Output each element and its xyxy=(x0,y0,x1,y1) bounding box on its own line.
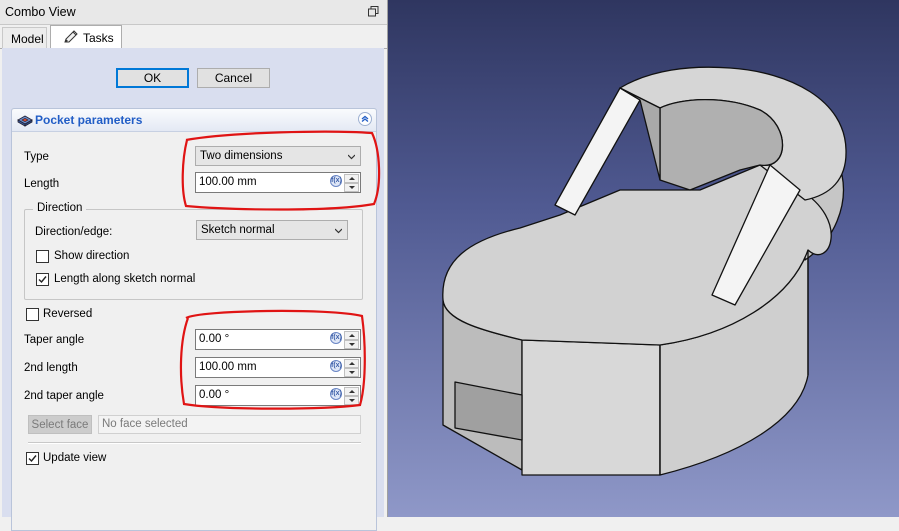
length-along-normal-checkbox[interactable] xyxy=(36,273,49,286)
chevron-down-icon xyxy=(348,154,355,160)
second-length-spin-down[interactable] xyxy=(344,368,359,377)
direction-group: Direction Direction/edge: Sketch normal … xyxy=(24,202,363,300)
second-length-field[interactable]: 100.00 mm f(x) xyxy=(195,357,361,378)
length-along-normal-label: Length along sketch normal xyxy=(54,273,196,285)
taper-angle-field[interactable]: 0.00 ° f(x) xyxy=(195,329,361,350)
second-taper-spin-up[interactable] xyxy=(344,387,359,396)
pocket-parameters-header[interactable]: Pocket parameters xyxy=(12,109,376,132)
show-direction-label: Show direction xyxy=(54,250,130,262)
type-dropdown-value: Two dimensions xyxy=(200,150,283,162)
3d-viewport[interactable] xyxy=(388,0,899,517)
taper-angle-value: 0.00 ° xyxy=(199,333,230,345)
length-spin-down[interactable] xyxy=(344,183,359,192)
pocket-icon xyxy=(17,115,33,127)
chevron-down-icon xyxy=(335,228,342,234)
taper-angle-spin-down[interactable] xyxy=(344,340,359,349)
combo-view-title: Combo View xyxy=(5,5,76,19)
divider xyxy=(28,442,361,444)
combo-tabs: Model Tasks xyxy=(0,25,387,49)
update-view-checkbox[interactable] xyxy=(26,452,39,465)
length-value: 100.00 mm xyxy=(199,176,257,188)
length-spin-up[interactable] xyxy=(344,174,359,183)
face-field[interactable]: No face selected xyxy=(98,415,361,434)
taper-angle-label: Taper angle xyxy=(24,334,85,346)
cancel-button[interactable]: Cancel xyxy=(197,68,270,88)
second-taper-value: 0.00 ° xyxy=(199,389,230,401)
float-window-icon[interactable] xyxy=(368,6,379,17)
type-dropdown[interactable]: Two dimensions xyxy=(195,146,361,166)
second-length-value: 100.00 mm xyxy=(199,361,257,373)
formula-icon[interactable]: f(x) xyxy=(330,175,342,187)
checkmark-icon xyxy=(38,276,47,284)
tab-tasks[interactable]: Tasks xyxy=(50,25,122,49)
pocket-parameters-box: Pocket parameters Type Two dimensions Le… xyxy=(11,108,377,531)
collapse-chevron-icon[interactable] xyxy=(358,112,372,126)
face-field-value: No face selected xyxy=(102,418,188,430)
second-length-spin-up[interactable] xyxy=(344,359,359,368)
combo-view-titlebar: Combo View xyxy=(0,0,387,25)
checkmark-icon xyxy=(28,455,37,463)
reversed-checkbox[interactable] xyxy=(26,308,39,321)
formula-icon[interactable]: f(x) xyxy=(330,388,342,400)
tab-model[interactable]: Model xyxy=(2,27,47,48)
second-taper-label: 2nd taper angle xyxy=(24,390,104,402)
direction-edge-value: Sketch normal xyxy=(201,224,275,236)
ok-button[interactable]: OK xyxy=(116,68,189,88)
length-field[interactable]: 100.00 mm f(x) xyxy=(195,172,361,193)
second-taper-field[interactable]: 0.00 ° f(x) xyxy=(195,385,361,406)
pocketed-part-model[interactable] xyxy=(388,0,899,517)
length-label: Length xyxy=(24,178,60,190)
formula-icon[interactable]: f(x) xyxy=(330,332,342,344)
select-face-button[interactable]: Select face xyxy=(28,415,92,434)
direction-edge-label: Direction/edge: xyxy=(35,226,113,238)
direction-group-title: Direction xyxy=(33,202,87,214)
task-panel: OK Cancel Pocket parameters Type Two dim… xyxy=(2,48,384,531)
pencil-icon xyxy=(64,30,78,43)
taper-angle-spin-up[interactable] xyxy=(344,331,359,340)
second-taper-spin-down[interactable] xyxy=(344,396,359,405)
formula-icon[interactable]: f(x) xyxy=(330,360,342,372)
tab-model-label: Model xyxy=(11,32,44,46)
combo-view-panel: Combo View Model Tasks OK Cancel Pocket … xyxy=(0,0,388,531)
reversed-label: Reversed xyxy=(43,308,93,320)
tab-tasks-label: Tasks xyxy=(83,31,114,45)
show-direction-checkbox[interactable] xyxy=(36,250,49,263)
type-label: Type xyxy=(24,151,49,163)
second-length-label: 2nd length xyxy=(24,362,78,374)
update-view-label: Update view xyxy=(43,452,107,464)
direction-edge-dropdown[interactable]: Sketch normal xyxy=(196,220,348,240)
pocket-parameters-title: Pocket parameters xyxy=(35,113,143,127)
